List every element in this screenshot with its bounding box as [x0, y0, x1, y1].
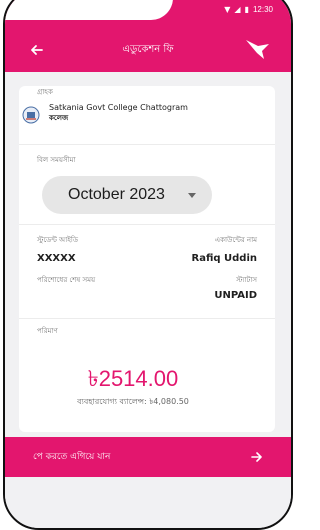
bird-logo-icon — [246, 40, 269, 59]
available-balance: ব্যবহারযোগ্য ব্যালেন্স: ৳4,080.50 — [77, 397, 189, 406]
amount-value: ৳2514.00 — [87, 366, 179, 391]
student-id-label: স্টুডেন্ট আইডি — [37, 236, 79, 244]
back-arrow-icon[interactable] — [29, 42, 45, 58]
amount-label: পরিমাণ — [37, 327, 58, 335]
arrow-right-icon[interactable] — [251, 451, 263, 463]
divider — [19, 224, 275, 225]
institution-type: কলেজ — [49, 114, 69, 122]
student-id-value: XXXXX — [37, 253, 76, 264]
institution-name: Satkania Govt College Chattogram — [49, 103, 188, 112]
billing-period-label: বিল সময়সীমা — [37, 156, 76, 164]
proceed-to-pay-label: পে করতে এগিয়ে যান — [33, 452, 111, 462]
divider — [19, 318, 275, 319]
account-name-value: Rafiq Uddin — [191, 253, 257, 264]
status-time: 12:30 — [252, 5, 273, 14]
chevron-down-icon — [188, 193, 196, 198]
institution-label: গ্রাহক — [37, 88, 53, 96]
app-bar: ▼ ◢ ▮ 12:30 এডুকেশন ফি — [5, 0, 291, 72]
billing-month-value: October 2023 — [68, 186, 165, 203]
wifi-icon: ▼ — [224, 5, 231, 14]
college-logo-icon — [22, 106, 40, 124]
divider — [19, 144, 275, 145]
status-label: স্ট্যাটাস — [236, 276, 257, 284]
home-area — [5, 477, 291, 528]
battery-icon: ▮ — [244, 5, 249, 14]
page-title: এডুকেশন ফি — [122, 44, 174, 55]
status-value: UNPAID — [214, 290, 257, 301]
billing-month-select[interactable]: October 2023 — [42, 176, 212, 214]
account-name-label: একাউন্টের নাম — [214, 236, 257, 244]
due-date-label: পরিশোধের শেষ সময় — [37, 276, 96, 284]
status-bar: ▼ ◢ ▮ 12:30 — [224, 6, 273, 14]
signal-icon: ◢ — [234, 5, 241, 14]
notch — [5, 0, 173, 20]
phone-frame: ▼ ◢ ▮ 12:30 এডুকেশন ফি গ্রাহক বিল সময়সী… — [3, 0, 293, 530]
